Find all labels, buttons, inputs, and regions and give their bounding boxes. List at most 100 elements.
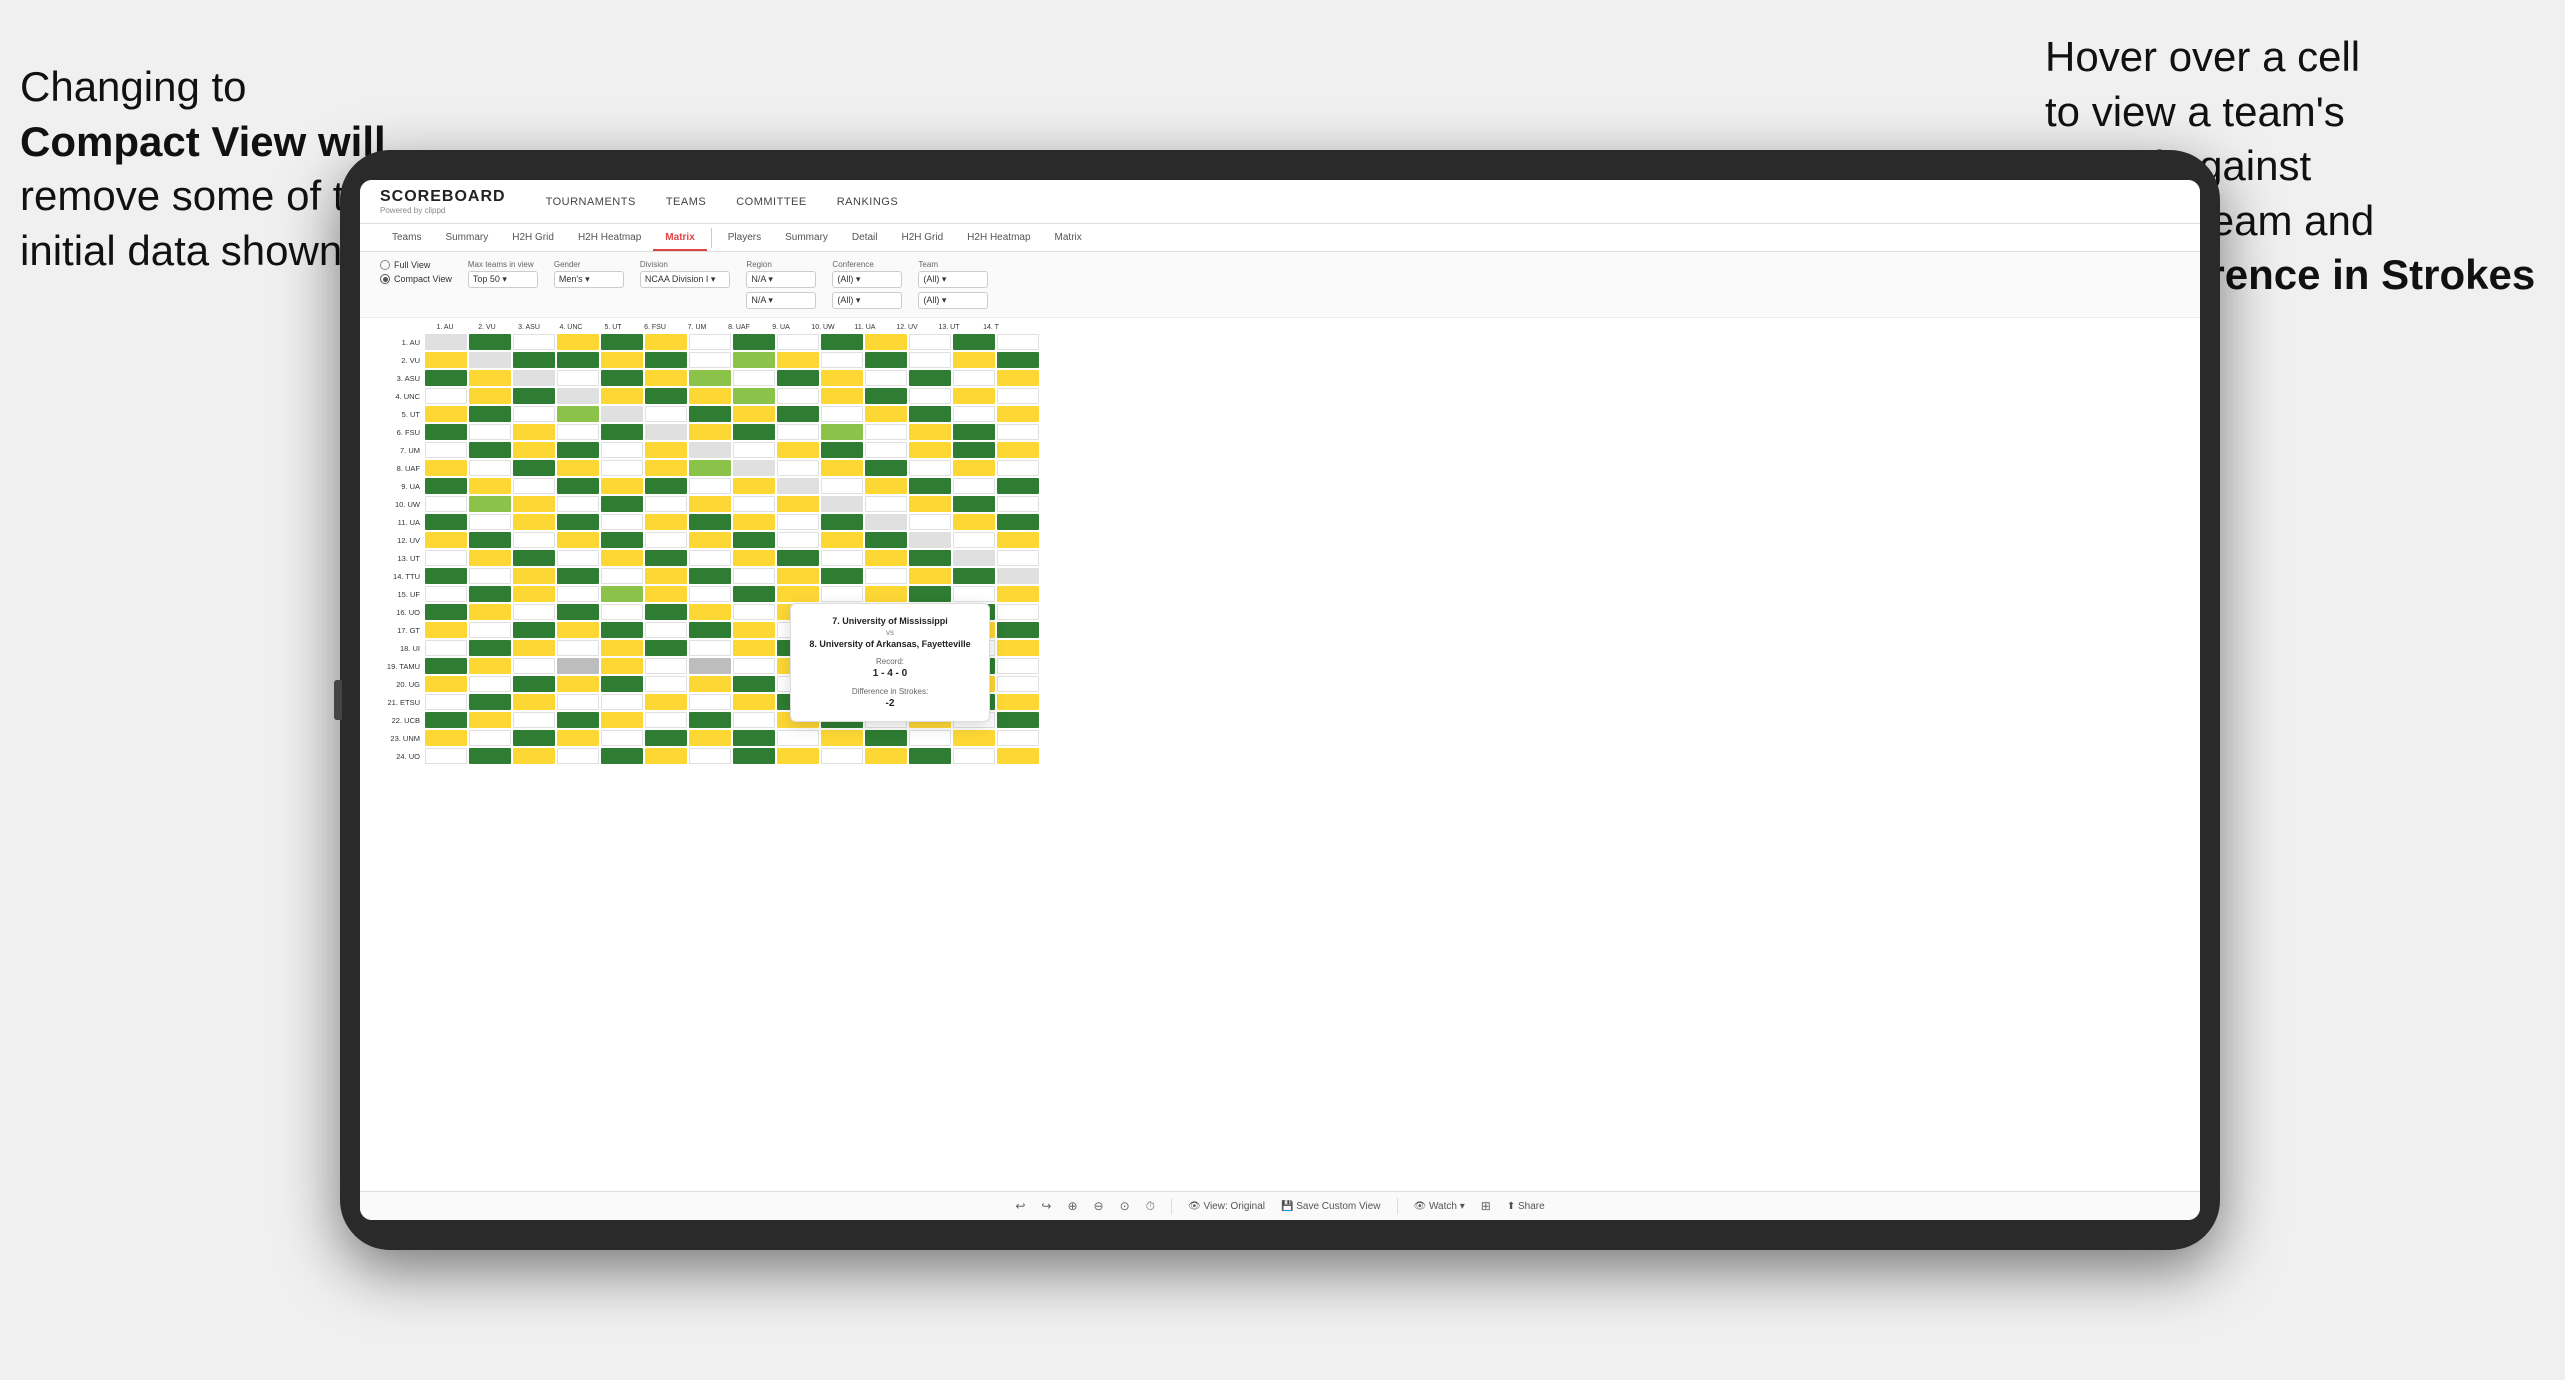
matrix-cell[interactable]	[953, 352, 995, 368]
matrix-cell[interactable]	[689, 388, 731, 404]
matrix-cell[interactable]	[601, 478, 643, 494]
matrix-cell[interactable]	[469, 586, 511, 602]
matrix-cell[interactable]	[469, 748, 511, 764]
matrix-cell[interactable]	[821, 388, 863, 404]
matrix-cell[interactable]	[601, 694, 643, 710]
toolbar-fit[interactable]: ⊙	[1120, 1199, 1130, 1213]
toolbar-zoom-out[interactable]: ⊖	[1094, 1199, 1104, 1213]
matrix-cell[interactable]	[997, 532, 1039, 548]
toolbar-share[interactable]: ⬆ Share	[1507, 1201, 1545, 1212]
matrix-cell[interactable]	[557, 496, 599, 512]
matrix-cell[interactable]	[469, 388, 511, 404]
matrix-cell[interactable]	[557, 676, 599, 692]
matrix-cell[interactable]	[777, 334, 819, 350]
matrix-cell[interactable]	[645, 730, 687, 746]
matrix-cell[interactable]	[557, 604, 599, 620]
matrix-cell[interactable]	[425, 748, 467, 764]
matrix-cell[interactable]	[469, 532, 511, 548]
matrix-cell[interactable]	[469, 730, 511, 746]
matrix-cell[interactable]	[601, 676, 643, 692]
matrix-cell[interactable]	[909, 586, 951, 602]
sub-nav-h2h-grid-2[interactable]: H2H Grid	[889, 224, 955, 251]
matrix-cell[interactable]	[645, 406, 687, 422]
matrix-cell[interactable]	[557, 424, 599, 440]
matrix-cell[interactable]	[689, 640, 731, 656]
matrix-cell[interactable]	[733, 460, 775, 476]
full-view-radio[interactable]	[380, 260, 390, 270]
matrix-cell[interactable]	[733, 442, 775, 458]
matrix-cell[interactable]	[821, 406, 863, 422]
matrix-cell[interactable]	[601, 334, 643, 350]
matrix-cell[interactable]	[733, 604, 775, 620]
matrix-cell[interactable]	[997, 388, 1039, 404]
matrix-cell[interactable]	[909, 478, 951, 494]
matrix-cell[interactable]	[425, 550, 467, 566]
matrix-cell[interactable]	[909, 730, 951, 746]
matrix-cell[interactable]	[513, 640, 555, 656]
matrix-cell[interactable]	[821, 424, 863, 440]
matrix-cell[interactable]	[645, 460, 687, 476]
matrix-cell[interactable]	[689, 676, 731, 692]
matrix-cell[interactable]	[777, 460, 819, 476]
matrix-cell[interactable]	[777, 514, 819, 530]
matrix-cell[interactable]	[513, 406, 555, 422]
matrix-cell[interactable]	[997, 748, 1039, 764]
toolbar-watch[interactable]: 👁 Watch ▾	[1414, 1201, 1465, 1212]
matrix-cell[interactable]	[557, 388, 599, 404]
matrix-cell[interactable]	[865, 424, 907, 440]
matrix-cell[interactable]	[557, 622, 599, 638]
matrix-cell[interactable]	[469, 496, 511, 512]
matrix-cell[interactable]	[689, 424, 731, 440]
matrix-cell[interactable]	[601, 406, 643, 422]
matrix-cell[interactable]	[821, 514, 863, 530]
matrix-cell[interactable]	[601, 370, 643, 386]
matrix-cell[interactable]	[601, 658, 643, 674]
matrix-cell[interactable]	[733, 550, 775, 566]
matrix-cell[interactable]	[909, 550, 951, 566]
matrix-cell[interactable]	[689, 406, 731, 422]
matrix-cell[interactable]	[513, 730, 555, 746]
matrix-cell[interactable]	[425, 388, 467, 404]
matrix-cell[interactable]	[689, 712, 731, 728]
matrix-area[interactable]: 1. AU 2. VU 3. ASU 4. UNC 5. UT 6. FSU 7…	[360, 318, 2200, 1191]
matrix-cell[interactable]	[645, 676, 687, 692]
matrix-cell[interactable]	[469, 478, 511, 494]
matrix-cell[interactable]	[997, 622, 1039, 638]
matrix-cell[interactable]	[733, 568, 775, 584]
matrix-cell[interactable]	[953, 532, 995, 548]
matrix-cell[interactable]	[689, 550, 731, 566]
matrix-cell[interactable]	[733, 388, 775, 404]
matrix-cell[interactable]	[865, 352, 907, 368]
matrix-cell[interactable]	[557, 694, 599, 710]
matrix-cell[interactable]	[645, 694, 687, 710]
toolbar-undo[interactable]: ↩	[1015, 1199, 1025, 1213]
matrix-cell[interactable]	[601, 730, 643, 746]
matrix-cell[interactable]	[733, 406, 775, 422]
matrix-cell[interactable]	[865, 586, 907, 602]
matrix-cell[interactable]	[865, 514, 907, 530]
matrix-cell[interactable]	[821, 730, 863, 746]
matrix-cell[interactable]	[821, 352, 863, 368]
matrix-cell[interactable]	[909, 370, 951, 386]
matrix-cell[interactable]	[909, 388, 951, 404]
matrix-cell[interactable]	[601, 712, 643, 728]
matrix-cell[interactable]	[689, 352, 731, 368]
matrix-cell[interactable]	[865, 478, 907, 494]
matrix-cell[interactable]	[997, 676, 1039, 692]
matrix-cell[interactable]	[425, 658, 467, 674]
matrix-cell[interactable]	[733, 730, 775, 746]
matrix-cell[interactable]	[469, 550, 511, 566]
matrix-cell[interactable]	[997, 424, 1039, 440]
matrix-cell[interactable]	[865, 568, 907, 584]
matrix-cell[interactable]	[777, 478, 819, 494]
matrix-cell[interactable]	[513, 676, 555, 692]
matrix-cell[interactable]	[997, 334, 1039, 350]
matrix-cell[interactable]	[909, 568, 951, 584]
matrix-cell[interactable]	[953, 388, 995, 404]
matrix-cell[interactable]	[909, 460, 951, 476]
matrix-cell[interactable]	[601, 532, 643, 548]
matrix-cell[interactable]	[909, 748, 951, 764]
matrix-cell[interactable]	[821, 478, 863, 494]
nav-teams[interactable]: TEAMS	[666, 196, 706, 208]
matrix-cell[interactable]	[777, 424, 819, 440]
